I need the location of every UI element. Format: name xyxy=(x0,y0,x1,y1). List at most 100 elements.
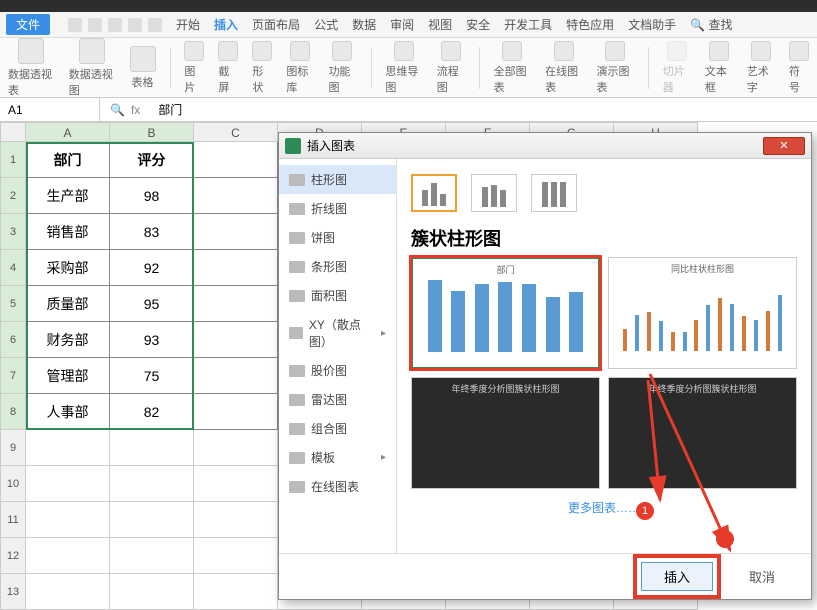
chart-type-item[interactable]: XY（散点图）▸ xyxy=(279,310,396,356)
formula-value[interactable]: 部门 xyxy=(150,101,190,118)
rbtn-iconlib[interactable]: 图标库 xyxy=(286,41,314,95)
cell[interactable] xyxy=(110,538,194,574)
subtype-clustered[interactable] xyxy=(411,174,457,212)
subtype-percent[interactable] xyxy=(531,174,577,212)
row-header[interactable]: 8 xyxy=(0,394,26,430)
cell-ref-input[interactable] xyxy=(8,103,68,117)
row-header[interactable]: 11 xyxy=(0,502,26,538)
cell[interactable] xyxy=(194,250,278,286)
cell[interactable] xyxy=(194,358,278,394)
chart-type-item[interactable]: 柱形图 xyxy=(279,165,396,194)
tab-insert[interactable]: 插入 xyxy=(214,16,238,33)
row-header[interactable]: 5 xyxy=(0,286,26,322)
more-charts-link[interactable]: 更多图表…… xyxy=(411,499,797,516)
rbtn-pivot-table[interactable]: 数据透视表 xyxy=(8,38,55,98)
row-header[interactable]: 7 xyxy=(0,358,26,394)
rbtn-symbol[interactable]: 符号 xyxy=(789,41,809,95)
cell[interactable] xyxy=(26,538,110,574)
tab-devtools[interactable]: 开发工具 xyxy=(504,16,552,33)
cell[interactable] xyxy=(110,466,194,502)
row-header[interactable]: 2 xyxy=(0,178,26,214)
cell[interactable]: 95 xyxy=(110,286,194,322)
rbtn-mindmap[interactable]: 思维导图 xyxy=(385,41,422,95)
fx-icon[interactable]: fx xyxy=(131,103,140,117)
chart-preview[interactable]: 年终季度分析图簇状柱形图 xyxy=(411,377,600,489)
cell[interactable]: 销售部 xyxy=(26,214,110,250)
rbtn-flowchart[interactable]: 流程图 xyxy=(437,41,465,95)
cell[interactable] xyxy=(194,322,278,358)
cell[interactable] xyxy=(26,466,110,502)
qa-icon[interactable] xyxy=(108,18,122,32)
qa-icon[interactable] xyxy=(128,18,142,32)
cell[interactable]: 98 xyxy=(110,178,194,214)
tab-start[interactable]: 开始 xyxy=(176,16,200,33)
row-header[interactable]: 6 xyxy=(0,322,26,358)
zoom-icon[interactable]: 🔍 xyxy=(110,103,125,117)
tab-formula[interactable]: 公式 xyxy=(314,16,338,33)
rbtn-shape[interactable]: 形状 xyxy=(252,41,272,95)
chart-type-item[interactable]: 饼图 xyxy=(279,223,396,252)
tab-dochelper[interactable]: 文档助手 xyxy=(628,16,676,33)
cell[interactable]: 管理部 xyxy=(26,358,110,394)
tab-special[interactable]: 特色应用 xyxy=(566,16,614,33)
chart-type-item[interactable]: 组合图 xyxy=(279,414,396,443)
rbtn-funcchart[interactable]: 功能图 xyxy=(328,41,356,95)
qa-icon[interactable] xyxy=(88,18,102,32)
cell[interactable] xyxy=(110,502,194,538)
row-header[interactable]: 1 xyxy=(0,142,26,178)
cell[interactable] xyxy=(194,502,278,538)
cell[interactable]: 部门 xyxy=(26,142,110,178)
cell[interactable] xyxy=(110,574,194,610)
cell[interactable]: 83 xyxy=(110,214,194,250)
chart-type-item[interactable]: 雷达图 xyxy=(279,385,396,414)
cancel-button[interactable]: 取消 xyxy=(727,563,797,590)
cell[interactable]: 人事部 xyxy=(26,394,110,430)
cell[interactable]: 财务部 xyxy=(26,322,110,358)
cell[interactable] xyxy=(26,502,110,538)
cell[interactable] xyxy=(194,574,278,610)
cell[interactable] xyxy=(194,142,278,178)
chart-preview[interactable]: 年终季度分析图簇状柱形图 xyxy=(608,377,797,489)
chart-type-item[interactable]: 面积图 xyxy=(279,281,396,310)
insert-button[interactable]: 插入 xyxy=(641,562,713,591)
cell[interactable]: 评分 xyxy=(110,142,194,178)
chart-type-item[interactable]: 股价图 xyxy=(279,356,396,385)
cell[interactable]: 质量部 xyxy=(26,286,110,322)
close-button[interactable]: ✕ xyxy=(763,137,805,155)
tab-view[interactable]: 视图 xyxy=(428,16,452,33)
cell[interactable] xyxy=(26,430,110,466)
cell[interactable] xyxy=(194,430,278,466)
row-header[interactable]: 3 xyxy=(0,214,26,250)
rbtn-table[interactable]: 表格 xyxy=(130,46,156,90)
cell[interactable]: 75 xyxy=(110,358,194,394)
cell[interactable] xyxy=(194,286,278,322)
tab-data[interactable]: 数据 xyxy=(352,16,376,33)
cell[interactable] xyxy=(194,178,278,214)
row-header[interactable]: 9 xyxy=(0,430,26,466)
cell[interactable] xyxy=(110,430,194,466)
chart-type-item[interactable]: 模板▸ xyxy=(279,443,396,472)
cell[interactable]: 92 xyxy=(110,250,194,286)
cell[interactable] xyxy=(194,538,278,574)
file-menu[interactable]: 文件 xyxy=(6,14,50,35)
cell[interactable]: 82 xyxy=(110,394,194,430)
tab-pagelayout[interactable]: 页面布局 xyxy=(252,16,300,33)
tab-review[interactable]: 审阅 xyxy=(390,16,414,33)
chart-preview[interactable]: 部门 xyxy=(411,257,600,369)
cell[interactable] xyxy=(194,394,278,430)
rbtn-textbox[interactable]: 文本框 xyxy=(705,41,733,95)
rbtn-onlinechart[interactable]: 在线图表 xyxy=(545,41,582,95)
rbtn-wordart[interactable]: 艺术字 xyxy=(747,41,775,95)
rbtn-picture[interactable]: 图片 xyxy=(184,41,204,95)
col-header[interactable]: C xyxy=(194,122,278,142)
cell[interactable]: 生产部 xyxy=(26,178,110,214)
chart-type-item[interactable]: 在线图表 xyxy=(279,472,396,501)
rbtn-pivot-chart[interactable]: 数据透视图 xyxy=(69,38,116,98)
row-header[interactable]: 12 xyxy=(0,538,26,574)
cell[interactable] xyxy=(194,466,278,502)
qa-icon[interactable] xyxy=(68,18,82,32)
chart-type-item[interactable]: 条形图 xyxy=(279,252,396,281)
col-header[interactable]: A xyxy=(26,122,110,142)
chart-preview[interactable]: 同比柱状柱形图 xyxy=(608,257,797,369)
select-all-corner[interactable] xyxy=(0,122,26,142)
